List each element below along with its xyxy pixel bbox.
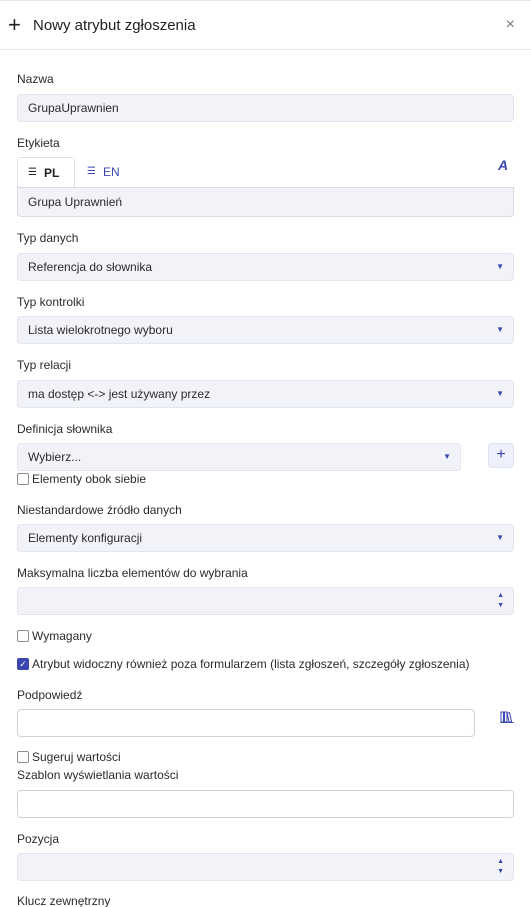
- max-items-input[interactable]: ▲ ▼: [17, 587, 514, 615]
- label-input[interactable]: Grupa Uprawnień: [17, 187, 514, 217]
- close-icon[interactable]: ×: [506, 16, 515, 34]
- hint-input[interactable]: [17, 709, 475, 737]
- dialog-header: + Nowy atrybut zgłoszenia ×: [0, 0, 531, 50]
- lines-icon: ☰: [28, 167, 37, 178]
- books-icon[interactable]: [500, 710, 514, 724]
- suggest-label: Sugeruj wartości: [32, 750, 121, 764]
- required-label: Wymagany: [32, 629, 92, 643]
- custom-source-select[interactable]: Elementy konfiguracji ▼: [17, 524, 514, 552]
- chevron-down-icon: ▼: [496, 325, 504, 334]
- relation-type-select[interactable]: ma dostęp <-> jest używany przez ▼: [17, 380, 514, 408]
- dictionary-label: Definicja słownika: [17, 422, 113, 436]
- dialog-title: Nowy atrybut zgłoszenia: [33, 17, 196, 34]
- data-type-value: Referencja do słownika: [28, 260, 153, 274]
- data-type-label: Typ danych: [17, 231, 79, 245]
- stepper-icon[interactable]: ▲ ▼: [497, 591, 504, 611]
- control-type-label: Typ kontrolki: [17, 295, 85, 309]
- chevron-down-icon: ▼: [496, 389, 504, 398]
- custom-source-label: Niestandardowe źródło danych: [17, 503, 182, 517]
- translate-icon[interactable]: A: [498, 157, 508, 173]
- relation-type-label: Typ relacji: [17, 358, 72, 372]
- control-type-value: Lista wielokrotnego wyboru: [28, 323, 173, 337]
- dictionary-value: Wybierz...: [28, 450, 82, 464]
- add-dictionary-button[interactable]: +: [488, 443, 514, 468]
- custom-source-value: Elementy konfiguracji: [28, 531, 143, 545]
- relation-type-value: ma dostęp <-> jest używany przez: [28, 387, 211, 401]
- language-tabs: ☰ PL ☰ EN: [17, 157, 514, 188]
- position-label: Pozycja: [17, 832, 60, 846]
- visible-outside-checkbox[interactable]: ✓: [17, 658, 29, 670]
- tab-pl[interactable]: ☰ PL: [17, 157, 75, 188]
- tab-en[interactable]: ☰ EN: [87, 157, 120, 188]
- control-type-select[interactable]: Lista wielokrotnego wyboru ▼: [17, 316, 514, 344]
- position-input[interactable]: ▲ ▼: [17, 853, 514, 881]
- side-by-side-label: Elementy obok siebie: [32, 472, 147, 486]
- hint-label: Podpowiedź: [17, 688, 83, 702]
- lines-icon: ☰: [87, 166, 96, 177]
- name-label: Nazwa: [17, 72, 54, 86]
- suggest-checkbox[interactable]: [17, 751, 29, 763]
- chevron-down-icon: ▼: [496, 262, 504, 271]
- external-key-label: Klucz zewnętrzny: [17, 894, 111, 907]
- data-type-select[interactable]: Referencja do słownika ▼: [17, 253, 514, 281]
- label-label: Etykieta: [17, 136, 60, 150]
- dictionary-select[interactable]: Wybierz... ▼: [17, 443, 461, 471]
- name-input[interactable]: GrupaUprawnien: [17, 94, 514, 122]
- chevron-down-icon: ▼: [496, 533, 504, 542]
- max-items-label: Maksymalna liczba elementów do wybrania: [17, 566, 248, 580]
- chevron-down-icon: ▼: [443, 452, 451, 461]
- visible-outside-label: Atrybut widoczny również poza formularze…: [32, 657, 470, 671]
- display-template-input[interactable]: [17, 790, 514, 818]
- required-checkbox[interactable]: [17, 630, 29, 642]
- plus-icon: +: [8, 12, 21, 37]
- display-template-label: Szablon wyświetlania wartości: [17, 768, 179, 782]
- side-by-side-checkbox[interactable]: [17, 473, 29, 485]
- stepper-icon[interactable]: ▲ ▼: [497, 857, 504, 877]
